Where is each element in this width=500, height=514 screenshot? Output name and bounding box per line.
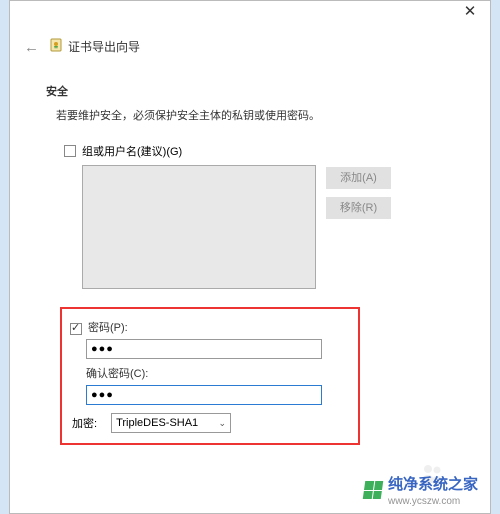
encryption-row: 加密: TripleDES-SHA1 ⌄: [72, 413, 348, 433]
encryption-select-value: TripleDES-SHA1: [116, 417, 198, 429]
group-checkbox-label: 组或用户名(建议)(G): [82, 143, 182, 159]
certificate-wizard-icon: [48, 37, 64, 53]
password-checkbox-label: 密码(P):: [88, 319, 128, 335]
watermark-url: www.ycszw.com: [388, 496, 478, 507]
titlebar: ← 证书导出向导 ✕: [10, 1, 490, 45]
back-arrow-icon[interactable]: ←: [24, 39, 42, 57]
side-buttons: 添加(A) 移除(R): [326, 167, 391, 219]
watermark-logo-icon: [363, 481, 384, 499]
password-checkbox[interactable]: [70, 323, 82, 335]
wizard-title: 证书导出向导: [68, 38, 140, 55]
section-description: 若要维护安全，必须保护安全主体的私钥或使用密码。: [56, 107, 454, 123]
password-checkbox-row: 密码(P):: [70, 319, 348, 339]
password-field[interactable]: [86, 339, 322, 359]
group-checkbox-row: 组或用户名(建议)(G): [64, 143, 454, 159]
add-button[interactable]: 添加(A): [326, 167, 391, 189]
group-checkbox[interactable]: [64, 145, 76, 157]
watermark-brand: 纯净系统之家: [388, 473, 478, 494]
members-listbox[interactable]: [82, 165, 316, 289]
content-area: 安全 若要维护安全，必须保护安全主体的私钥或使用密码。 组或用户名(建议)(G)…: [10, 45, 490, 445]
password-section-highlight: 密码(P): 确认密码(C): 加密: TripleDES-SHA1 ⌄: [60, 307, 360, 445]
close-button[interactable]: ✕: [450, 1, 490, 27]
confirm-password-label: 确认密码(C):: [86, 365, 348, 381]
confirm-password-field[interactable]: [86, 385, 322, 405]
members-row: 添加(A) 移除(R): [82, 165, 454, 289]
encryption-label: 加密:: [72, 415, 97, 431]
watermark: 纯净系统之家 www.ycszw.com: [364, 473, 478, 507]
chevron-down-icon: ⌄: [219, 418, 227, 429]
section-heading: 安全: [46, 83, 454, 99]
remove-button[interactable]: 移除(R): [326, 197, 391, 219]
encryption-select[interactable]: TripleDES-SHA1 ⌄: [111, 413, 231, 433]
watermark-text-block: 纯净系统之家 www.ycszw.com: [388, 473, 478, 507]
wizard-dialog: ← 证书导出向导 ✕ 安全 若要维护安全，必须保护安全主体的私钥或使用密码。 组…: [9, 0, 491, 514]
